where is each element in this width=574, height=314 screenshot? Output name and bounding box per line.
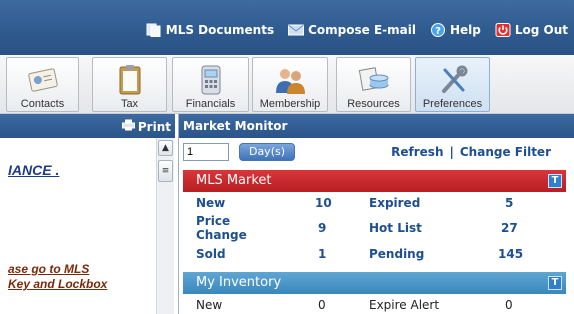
caret-up-icon: ▲ <box>162 143 169 153</box>
resources-icon <box>357 63 391 97</box>
row-label[interactable]: Pending <box>369 247 424 261</box>
row-value[interactable]: 10 <box>315 196 332 210</box>
left-content-panel: Print IANCE . ase go to MLS Key and Lock… <box>0 114 175 314</box>
row-value[interactable]: 27 <box>501 221 518 235</box>
compose-email-label: Compose E-mail <box>308 23 416 37</box>
row-value[interactable]: 0 <box>318 298 326 312</box>
help-icon: ? <box>430 23 446 37</box>
row-label[interactable]: New <box>196 298 222 312</box>
toolbar-item-contacts[interactable]: Contacts <box>6 57 79 112</box>
actions-separator: | <box>449 145 454 159</box>
people-icon <box>273 63 307 97</box>
toolbar-label-preferences: Preferences <box>422 98 483 110</box>
mls-documents-label: MLS Documents <box>165 23 275 37</box>
top-links: MLS Documents Compose E-mail ? Help Log … <box>146 23 568 38</box>
log-out-label: Log Out <box>514 23 568 37</box>
toolbar-item-resources[interactable]: Resources <box>336 57 411 112</box>
scroll-thumb[interactable]: ≡ <box>158 160 173 182</box>
row-label[interactable]: Sold <box>196 247 226 261</box>
market-monitor-title: Market Monitor <box>179 114 574 138</box>
left-panel-header: Print <box>0 114 175 138</box>
compose-email-link[interactable]: Compose E-mail <box>288 23 416 37</box>
tools-icon <box>436 63 470 97</box>
toolbar-item-preferences[interactable]: Preferences <box>415 57 490 112</box>
days-input[interactable] <box>183 143 229 161</box>
svg-text:?: ? <box>435 26 441 37</box>
mls-market-toggle-button[interactable]: T <box>548 174 562 188</box>
toolbar-label-tax: Tax <box>120 98 139 110</box>
monitor-actions: Refresh | Change Filter <box>391 145 551 159</box>
row-label[interactable]: Expired <box>369 196 420 210</box>
days-button[interactable]: Day(s) <box>239 143 295 161</box>
power-icon <box>495 23 511 37</box>
calculator-icon <box>194 63 228 97</box>
my-inventory-header: My Inventory T <box>183 272 566 294</box>
help-link[interactable]: ? Help <box>430 23 481 37</box>
market-monitor-panel: Market Monitor Day(s) Refresh | Change Fil… <box>178 114 574 314</box>
mls-market-title: MLS Market <box>196 173 272 188</box>
row-label[interactable]: New <box>196 196 225 210</box>
row-value[interactable]: 5 <box>505 196 513 210</box>
printer-icon <box>121 119 135 134</box>
row-label[interactable]: Expire Alert <box>369 298 439 312</box>
mls-lockbox-link-line-2: Key and Lockbox <box>8 277 108 291</box>
toolbar-label-financials: Financials <box>185 98 236 110</box>
market-monitor-controls: Day(s) Refresh | Change Filter <box>179 138 574 165</box>
top-navigation-bar: MLS Documents Compose E-mail ? Help Log … <box>0 0 574 55</box>
row-value[interactable]: 145 <box>498 247 523 261</box>
toolbar-label-membership: Membership <box>259 98 321 110</box>
contacts-card-icon <box>26 63 60 97</box>
toolbar-item-financials[interactable]: Financials <box>172 57 249 112</box>
toolbar-label-resources: Resources <box>347 98 400 110</box>
print-link[interactable]: Print <box>121 119 171 134</box>
change-filter-link[interactable]: Change Filter <box>460 145 551 159</box>
row-label[interactable]: Hot List <box>369 221 422 235</box>
mls-documents-link[interactable]: MLS Documents <box>146 23 275 38</box>
toolbar-item-membership[interactable]: Membership <box>252 57 328 112</box>
envelope-icon <box>288 23 305 37</box>
grip-icon: ≡ <box>161 166 170 176</box>
help-label: Help <box>449 23 481 37</box>
announcement-heading-link[interactable]: IANCE . <box>8 162 59 178</box>
toolbar-label-contacts: Contacts <box>20 98 65 110</box>
toolbar-item-tax[interactable]: Tax <box>92 57 167 112</box>
left-panel-scrollbar[interactable]: ▲ ≡ <box>156 138 174 314</box>
row-label[interactable]: Price Change <box>196 214 256 242</box>
mls-lockbox-link-line-1: ase go to MLS <box>8 262 90 276</box>
mls-market-header: MLS Market T <box>183 170 566 192</box>
clipboard-icon <box>113 63 147 97</box>
row-value[interactable]: 9 <box>318 221 326 235</box>
mls-lockbox-link[interactable]: ase go to MLS Key and Lockbox <box>8 262 107 292</box>
scroll-up-button[interactable]: ▲ <box>158 140 173 156</box>
refresh-link[interactable]: Refresh <box>391 145 443 159</box>
row-value[interactable]: 1 <box>318 247 326 261</box>
documents-icon <box>146 23 162 38</box>
my-inventory-toggle-button[interactable]: T <box>548 276 562 290</box>
my-inventory-title: My Inventory <box>196 275 282 290</box>
print-label: Print <box>137 119 171 134</box>
row-value[interactable]: 0 <box>505 298 513 312</box>
log-out-link[interactable]: Log Out <box>495 23 568 37</box>
icon-toolbar: Contacts Tax Financials Membership Resou… <box>0 55 574 114</box>
